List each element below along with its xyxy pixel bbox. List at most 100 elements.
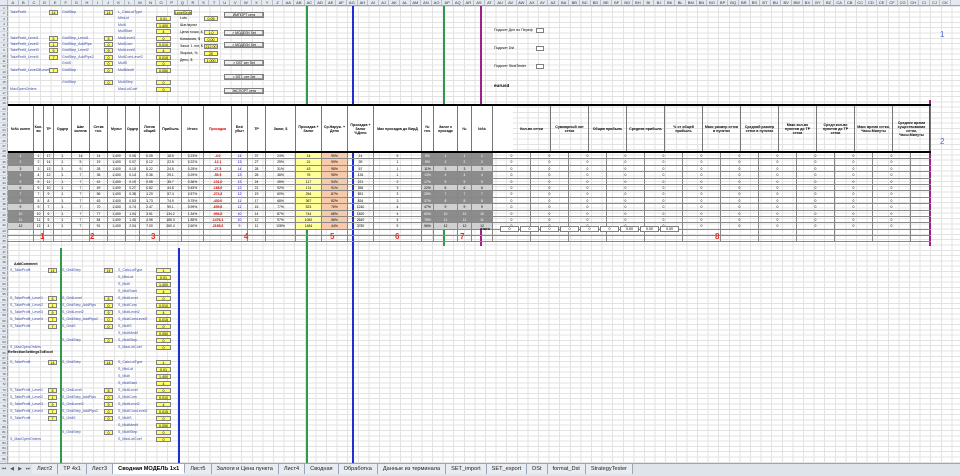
table-cell[interactable]: 29.1 — [160, 172, 182, 178]
lower-param-value[interactable]: 4 — [156, 381, 171, 386]
table-cell[interactable]: 1 — [54, 165, 72, 172]
table-cell[interactable]: 17% — [422, 178, 434, 184]
stats-cell[interactable]: 0 — [873, 197, 911, 204]
param-value[interactable]: 9 — [104, 48, 113, 54]
stats-column-header[interactable]: Средняя прибыль — [627, 106, 665, 151]
table-cell[interactable]: 98% — [322, 165, 348, 172]
table-cell[interactable]: 18.5 — [160, 153, 182, 159]
table-cell[interactable]: 44% — [322, 223, 348, 229]
lower-param-value[interactable]: 5 — [48, 388, 57, 393]
lower-param-value[interactable]: 0 — [156, 388, 171, 393]
table-cell[interactable]: 4 — [44, 223, 54, 229]
sheet-tab[interactable]: format_Dst — [547, 464, 586, 474]
stats-cell[interactable]: 0 — [797, 204, 835, 210]
table-cell[interactable]: 1 — [8, 153, 34, 159]
table-cell[interactable]: 3.51 — [140, 210, 160, 216]
table-cell[interactable]: 11% — [422, 165, 434, 172]
table-cell[interactable]: 14 — [72, 153, 90, 159]
sheet-tab[interactable]: Лист4 — [278, 464, 306, 474]
table-cell[interactable]: 24.5 — [160, 165, 182, 172]
stats-cell[interactable]: 0 — [569, 184, 607, 191]
table-cell[interactable]: 5 — [374, 223, 422, 229]
stats-cell[interactable]: 0 — [607, 191, 645, 197]
stats-cell[interactable]: 0 — [645, 153, 683, 159]
table-cell[interactable]: 9 — [72, 165, 90, 172]
table-cell[interactable]: 6 — [434, 184, 458, 191]
stats-cell[interactable] — [873, 236, 911, 242]
table-cell[interactable]: 367 — [296, 197, 322, 204]
column-header[interactable]: H — [82, 0, 93, 5]
stats-cell[interactable]: 0 — [607, 178, 645, 184]
link-cell[interactable] — [536, 28, 544, 33]
table-cell[interactable]: -12.1 — [204, 159, 232, 165]
column-header[interactable]: BP — [718, 0, 729, 5]
stats-column-header[interactable]: Общая прибыль — [589, 106, 627, 151]
table-cell[interactable] — [248, 229, 266, 236]
table-cell[interactable]: -4.0 — [204, 153, 232, 159]
table-cell[interactable]: 0.07 — [126, 159, 140, 165]
lower-param-value[interactable]: 0 — [104, 430, 113, 435]
table-cell[interactable] — [434, 236, 458, 242]
table-cell[interactable]: 7 — [72, 184, 90, 191]
column-header[interactable]: AV — [506, 0, 517, 5]
table-cell[interactable] — [348, 236, 374, 242]
sheet-tab[interactable]: Обработка — [338, 464, 378, 474]
stats-cell[interactable]: 0 — [683, 153, 721, 159]
stats-cell[interactable]: 0 — [645, 178, 683, 184]
stats-cell[interactable] — [721, 229, 759, 236]
stats-cell[interactable]: 0 — [607, 159, 645, 165]
table-cell[interactable]: 6 — [458, 184, 472, 191]
table-cell[interactable]: 1.85% — [182, 216, 204, 223]
table-cell[interactable]: 185.3 — [160, 216, 182, 223]
table-cell[interactable]: 0.22% — [182, 159, 204, 165]
table-cell[interactable]: 82% — [322, 197, 348, 204]
stats-cell[interactable]: 0 — [797, 172, 835, 178]
param-value[interactable]: 5 — [49, 35, 58, 41]
lot-param-value[interactable]: 1 000 — [204, 58, 218, 63]
table-cell[interactable]: 5 — [458, 178, 472, 184]
stats-cell[interactable] — [797, 236, 835, 242]
column-header[interactable]: N — [146, 0, 157, 5]
stats-cell[interactable]: 0 — [835, 197, 873, 204]
lower-param-value[interactable]: 0.01 — [156, 367, 171, 372]
table-cell[interactable]: 22.5 — [160, 159, 182, 165]
table-cell[interactable]: 10 — [232, 210, 248, 216]
stats-column-header[interactable]: Суммарный лот сетки — [551, 106, 589, 151]
lower-param-value[interactable]: 0 — [156, 416, 171, 421]
table-cell[interactable]: 7 — [72, 210, 90, 216]
table-cell[interactable]: 28 — [248, 172, 266, 178]
lower-param-value[interactable]: 0 — [104, 416, 113, 421]
table-cell[interactable]: 94% — [322, 178, 348, 184]
column-header[interactable]: V — [230, 0, 242, 5]
stats-cell[interactable]: 0 — [531, 172, 569, 178]
table-cell[interactable] — [72, 236, 90, 242]
link-cell[interactable] — [536, 64, 544, 69]
stats-cell[interactable]: 0 — [873, 204, 911, 210]
table-cell[interactable]: 1.400 — [108, 178, 126, 184]
table-column-header[interactable]: Сетка точ. — [90, 106, 108, 151]
stats-cell[interactable]: 0 — [797, 184, 835, 191]
table-cell[interactable]: 21 — [248, 184, 266, 191]
stats-cell[interactable]: 0 — [873, 165, 911, 172]
table-cell[interactable]: 1 — [54, 197, 72, 204]
link-cell[interactable] — [536, 46, 544, 51]
table-cell[interactable]: 1.400 — [108, 159, 126, 165]
table-cell[interactable]: -55.9 — [204, 172, 232, 178]
table-cell[interactable]: 11 — [8, 216, 34, 223]
stats-cell[interactable]: 0 — [569, 153, 607, 159]
column-header[interactable]: BM — [686, 0, 697, 5]
table-cell[interactable]: 28 — [90, 165, 108, 172]
table-cell[interactable]: 108% — [266, 223, 296, 229]
table-cell[interactable]: 0.14 — [126, 172, 140, 178]
tab-prev-icon[interactable]: ◀ — [8, 464, 16, 474]
lower-param-value[interactable]: 0.050 — [156, 331, 171, 336]
table-cell[interactable]: -101.0 — [204, 178, 232, 184]
table-cell[interactable]: 58% — [322, 216, 348, 223]
table-cell[interactable]: 4 — [374, 210, 422, 216]
table-cell[interactable]: 87% — [322, 191, 348, 197]
column-header[interactable]: BV — [781, 0, 792, 5]
table-cell[interactable]: 17 — [248, 197, 266, 204]
stats-cell[interactable]: 0 — [493, 172, 531, 178]
column-header[interactable]: Y — [262, 0, 273, 5]
table-cell[interactable]: 8 — [8, 197, 34, 204]
